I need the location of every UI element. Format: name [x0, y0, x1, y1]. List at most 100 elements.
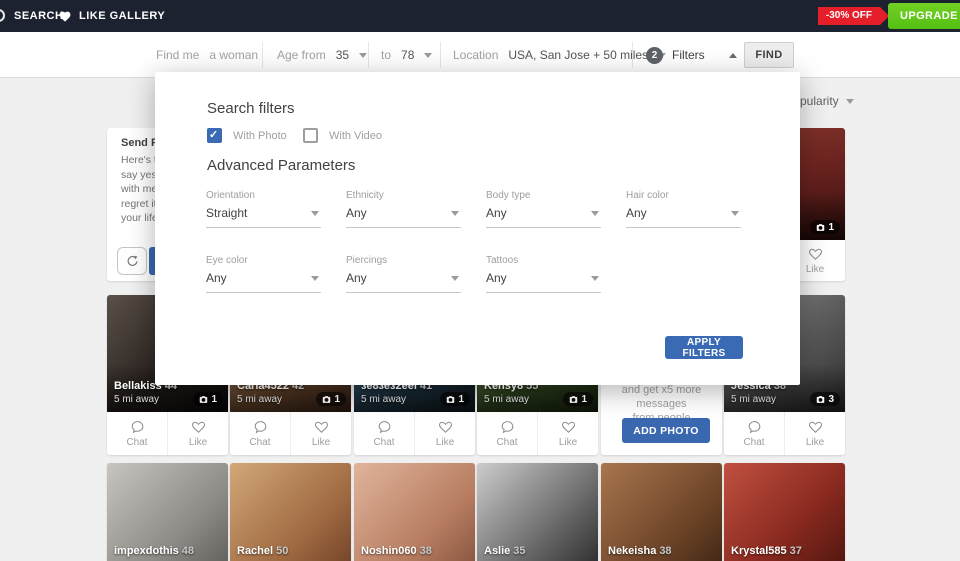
apply-filters-button[interactable]: APPLY FILTERS — [665, 336, 743, 359]
chat-button[interactable]: Chat — [724, 412, 784, 455]
upgrade-now-button[interactable]: UPGRADE NOW — [888, 3, 960, 29]
chevron-down-icon — [591, 276, 599, 281]
chat-button[interactable]: Chat — [107, 412, 167, 455]
chat-label: Chat — [496, 437, 517, 448]
field-value: Any — [346, 206, 367, 220]
heart-outline-icon — [560, 419, 577, 435]
photo-count: 3 — [828, 394, 834, 405]
chat-label: Chat — [743, 437, 764, 448]
profile-card[interactable]: impexdothis48 — [107, 463, 228, 561]
profile-card[interactable]: Aslie35 — [477, 463, 598, 561]
sort-popularity-dropdown[interactable]: pularity — [800, 94, 854, 108]
card-actions: Chat Like — [724, 412, 845, 455]
like-button[interactable]: Like — [784, 412, 845, 455]
chat-icon — [129, 419, 146, 435]
like-button[interactable]: Like — [290, 412, 351, 455]
hair-color-select[interactable]: Hair color Any — [626, 190, 741, 228]
find-me-label: Find me — [156, 48, 199, 62]
like-label: Like — [312, 437, 330, 448]
refresh-flirtcast-button[interactable] — [117, 247, 147, 275]
advanced-parameters-title: Advanced Parameters — [207, 157, 355, 174]
heart-outline-icon — [190, 419, 207, 435]
card-actions: Chat Like — [477, 412, 598, 455]
chevron-down-icon — [311, 211, 319, 216]
chevron-down-icon — [359, 53, 367, 58]
camera-icon — [446, 395, 455, 404]
profile-distance: 5 mi away — [484, 394, 529, 405]
like-label: Like — [559, 437, 577, 448]
photo-count: 1 — [458, 394, 464, 405]
heart-outline-icon — [807, 419, 824, 435]
profile-name: Aslie35 — [484, 545, 526, 557]
like-label: Like — [806, 264, 824, 275]
promo-text-line: and get x5 more messages — [601, 383, 722, 411]
ethnicity-select[interactable]: Ethnicity Any — [346, 190, 461, 228]
camera-icon — [322, 395, 331, 404]
nav-search[interactable]: SEARCH — [14, 0, 63, 32]
field-value: Any — [486, 271, 507, 285]
with-photo-label: With Photo — [233, 130, 287, 142]
profile-name: Nekeisha38 — [608, 545, 672, 557]
eye-color-select[interactable]: Eye color Any — [206, 255, 321, 293]
field-label: Piercings — [346, 255, 387, 266]
profile-card[interactable]: Noshin06038 — [354, 463, 475, 561]
chevron-down-icon — [451, 211, 459, 216]
screen: SEARCH LIKE GALLERY -30% OFF UPGRADE NOW… — [0, 0, 960, 561]
age-from-label: Age from — [277, 48, 326, 62]
photo-count-badge: 1 — [563, 392, 593, 406]
like-button[interactable]: Like — [414, 412, 475, 455]
profile-distance: 5 mi away — [237, 394, 282, 405]
like-button[interactable]: Like — [167, 412, 228, 455]
chat-button[interactable]: Chat — [477, 412, 537, 455]
chat-button[interactable]: Chat — [230, 412, 290, 455]
field-value: Any — [626, 206, 647, 220]
tattoos-select[interactable]: Tattoos Any — [486, 255, 601, 293]
with-photo-checkbox[interactable] — [207, 128, 222, 143]
profile-name: Noshin06038 — [361, 545, 432, 557]
add-photo-button[interactable]: ADD PHOTO — [622, 418, 710, 443]
nav-like-gallery-label: LIKE GALLERY — [79, 10, 165, 22]
age-to-label: to — [381, 48, 391, 62]
orientation-select[interactable]: Orientation Straight — [206, 190, 321, 228]
like-button[interactable]: Like — [537, 412, 598, 455]
photo-count-badge: 3 — [810, 392, 840, 406]
like-label: Like — [436, 437, 454, 448]
photo-count: 1 — [211, 394, 217, 405]
divider — [368, 42, 369, 68]
chevron-down-icon — [424, 53, 432, 58]
profile-distance: 5 mi away — [731, 394, 776, 405]
profile-name: Krystal58537 — [731, 545, 802, 557]
body-type-select[interactable]: Body type Any — [486, 190, 601, 228]
find-button[interactable]: FIND — [744, 42, 794, 68]
piercings-select[interactable]: Piercings Any — [346, 255, 461, 293]
chat-label: Chat — [126, 437, 147, 448]
search-filters-modal: Search filters With Photo With Video Adv… — [155, 72, 800, 385]
camera-icon — [199, 395, 208, 404]
profile-card[interactable]: Krystal58537 — [724, 463, 845, 561]
field-label: Tattoos — [486, 255, 518, 266]
nav-like-gallery[interactable]: LIKE GALLERY — [58, 0, 165, 32]
profile-card[interactable]: Nekeisha38 — [601, 463, 722, 561]
photo-count: 1 — [581, 394, 587, 405]
field-label: Orientation — [206, 190, 255, 201]
chat-icon — [376, 419, 393, 435]
chat-button[interactable]: Chat — [354, 412, 414, 455]
chevron-down-icon — [311, 276, 319, 281]
field-value: Any — [346, 271, 367, 285]
discount-ribbon: -30% OFF — [818, 7, 880, 25]
sort-label: pularity — [800, 94, 839, 108]
profile-name: impexdothis48 — [114, 545, 194, 557]
field-label: Eye color — [206, 255, 248, 266]
filters-count-badge: 2 — [646, 47, 663, 64]
filters-label: Filters — [672, 48, 705, 62]
heart-outline-icon — [807, 246, 824, 262]
with-video-checkbox[interactable] — [303, 128, 318, 143]
heart-icon — [58, 10, 72, 23]
profile-card[interactable]: Rachel50 — [230, 463, 351, 561]
chevron-down-icon — [846, 99, 854, 104]
modal-title: Search filters — [207, 100, 295, 117]
chat-label: Chat — [249, 437, 270, 448]
chat-label: Chat — [373, 437, 394, 448]
field-label: Ethnicity — [346, 190, 384, 201]
field-value: Any — [486, 206, 507, 220]
